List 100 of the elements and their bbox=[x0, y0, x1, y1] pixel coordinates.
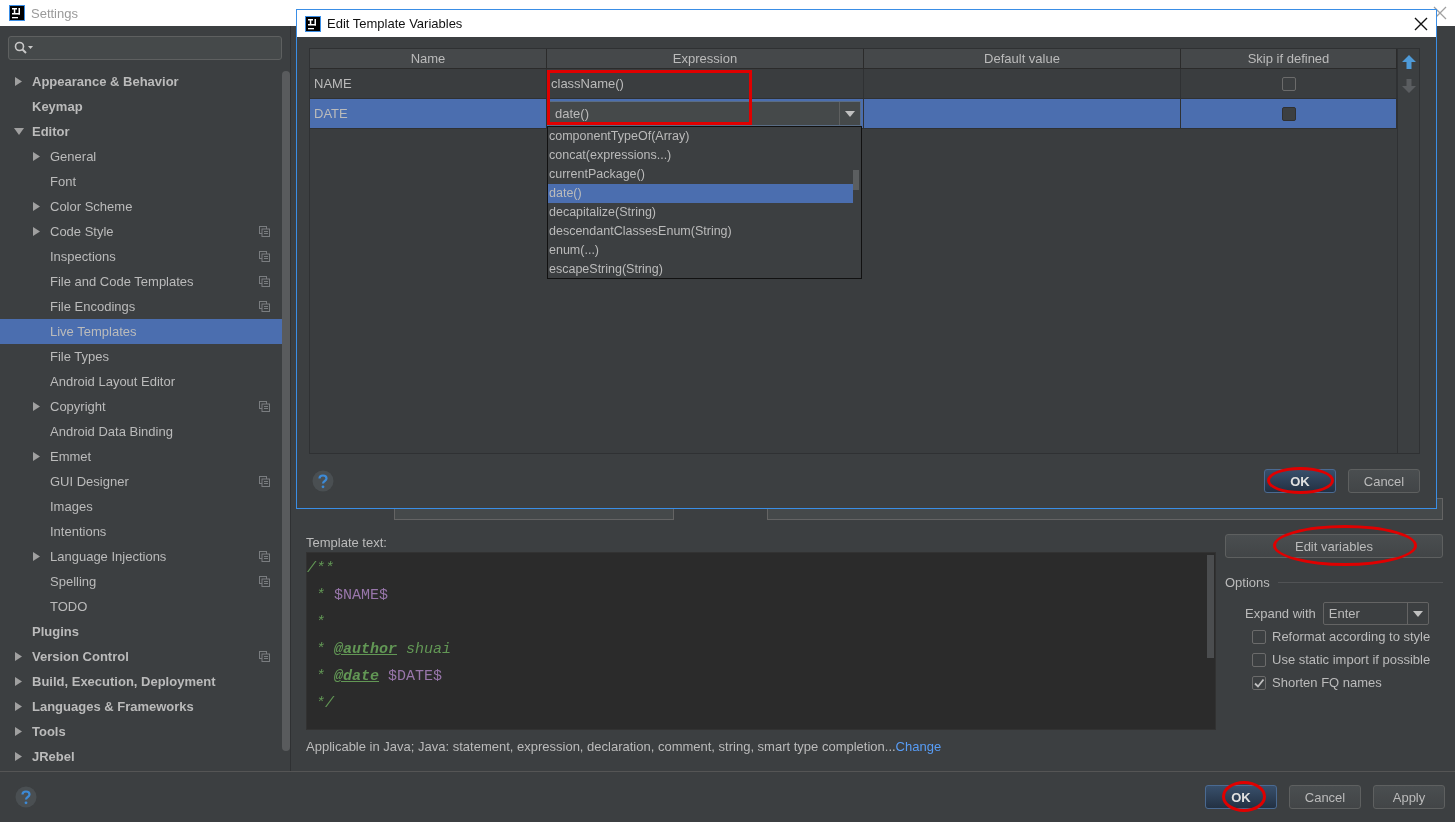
completion-item[interactable]: decapitalize(String) bbox=[548, 203, 853, 222]
help-button[interactable] bbox=[15, 786, 37, 808]
window-title: Settings bbox=[31, 5, 78, 21]
tree-item[interactable]: Color Scheme bbox=[0, 194, 282, 219]
tree-item[interactable]: File Encodings bbox=[0, 294, 282, 319]
scrollbar-thumb[interactable] bbox=[1207, 555, 1214, 658]
tree-item[interactable]: Tools bbox=[0, 719, 282, 744]
code-line: * bbox=[315, 613, 325, 633]
collapsed-arrow-icon bbox=[32, 226, 42, 237]
help-button[interactable] bbox=[312, 470, 334, 492]
tree-item[interactable]: Copyright bbox=[0, 394, 282, 419]
copy-icon bbox=[259, 476, 270, 487]
collapsed-arrow-icon bbox=[14, 726, 24, 737]
tree-item[interactable]: TODO bbox=[0, 594, 282, 619]
code-line: * @date $DATE$ bbox=[315, 667, 443, 687]
expanded-arrow-icon bbox=[14, 126, 24, 137]
tree-item[interactable]: File and Code Templates bbox=[0, 269, 282, 294]
expression-dropdown[interactable]: date() bbox=[549, 101, 861, 126]
tree-item[interactable]: Intentions bbox=[0, 519, 282, 544]
app-logo-icon bbox=[305, 15, 321, 32]
tree-item[interactable]: Images bbox=[0, 494, 282, 519]
completion-item[interactable]: currentPackage() bbox=[548, 165, 853, 184]
column-header[interactable]: Name bbox=[310, 49, 547, 68]
copy-icon bbox=[259, 401, 270, 412]
tree-item[interactable]: Inspections bbox=[0, 244, 282, 269]
copy-icon bbox=[259, 576, 270, 587]
edit-variables-button[interactable]: Edit variables bbox=[1225, 534, 1443, 558]
tree-item[interactable]: Keymap bbox=[0, 94, 282, 119]
tree-item[interactable]: General bbox=[0, 144, 282, 169]
tree-item[interactable]: Appearance & Behavior bbox=[0, 69, 282, 94]
completion-item[interactable]: concat(expressions...) bbox=[548, 146, 853, 165]
tree-item[interactable]: Version Control bbox=[0, 644, 282, 669]
collapsed-arrow-icon bbox=[32, 151, 42, 162]
help-icon bbox=[15, 786, 37, 808]
collapsed-arrow-icon bbox=[32, 551, 42, 562]
scrollbar-thumb[interactable] bbox=[853, 170, 859, 190]
tree-item[interactable]: Language Injections bbox=[0, 544, 282, 569]
check-icon bbox=[1253, 676, 1265, 689]
field-label: Expand with bbox=[1245, 606, 1316, 621]
checkbox[interactable] bbox=[1281, 106, 1296, 121]
tree-item[interactable]: Editor bbox=[0, 119, 282, 144]
checkbox[interactable] bbox=[1281, 76, 1296, 91]
tree-item[interactable]: Font bbox=[0, 169, 282, 194]
code-editor[interactable]: /** * $NAME$ * * @author shuai * @date $DATE$ */ bbox=[306, 552, 1216, 730]
collapsed-arrow-icon bbox=[14, 651, 24, 662]
dropdown-arrow-icon bbox=[845, 109, 855, 118]
completion-item[interactable]: enum(...) bbox=[548, 241, 853, 260]
help-icon bbox=[312, 470, 334, 492]
app-logo-icon bbox=[9, 5, 25, 21]
collapsed-arrow-icon bbox=[14, 676, 24, 687]
tree-item[interactable]: File Types bbox=[0, 344, 282, 369]
table-cell-text: className() bbox=[550, 76, 624, 91]
tree-item[interactable]: Code Style bbox=[0, 219, 282, 244]
close-icon bbox=[1433, 6, 1447, 20]
collapsed-arrow-icon bbox=[14, 76, 24, 87]
field-label: Template text: bbox=[306, 534, 388, 552]
table-row[interactable]: DATE date() bbox=[310, 99, 1397, 129]
section-title: Options bbox=[1225, 575, 1270, 590]
close-icon bbox=[1414, 16, 1428, 31]
completion-item[interactable]: componentTypeOf(Array) bbox=[548, 127, 853, 146]
checkbox[interactable] bbox=[1252, 629, 1266, 644]
code-line: * $NAME$ bbox=[315, 586, 389, 606]
tree-item[interactable]: Android Layout Editor bbox=[0, 369, 282, 394]
copy-icon bbox=[259, 651, 270, 662]
copy-icon bbox=[259, 251, 270, 262]
tree-item[interactable]: Spelling bbox=[0, 569, 282, 594]
checkbox-label: Use static import if possible bbox=[1272, 652, 1431, 667]
column-header[interactable]: Default value bbox=[864, 49, 1181, 68]
tree-item[interactable]: JRebel bbox=[0, 744, 282, 769]
scrollbar-thumb[interactable] bbox=[282, 71, 290, 751]
tree-item[interactable]: Android Data Binding bbox=[0, 419, 282, 444]
dialog-button[interactable]: Cancel bbox=[1348, 469, 1420, 493]
completion-item[interactable]: descendantClassesEnum(String) bbox=[548, 222, 853, 241]
dialog-button[interactable]: Apply bbox=[1373, 785, 1445, 809]
tree-item[interactable]: GUI Designer bbox=[0, 469, 282, 494]
dialog-title: Edit Template Variables bbox=[327, 16, 463, 31]
collapsed-arrow-icon bbox=[14, 751, 24, 762]
dropdown-arrow-icon bbox=[1412, 609, 1423, 618]
change-link[interactable]: Change bbox=[895, 739, 942, 754]
checkbox-label: Shorten FQ names bbox=[1272, 675, 1382, 690]
tree-item[interactable]: Emmet bbox=[0, 444, 282, 469]
tree-item[interactable]: Plugins bbox=[0, 619, 282, 644]
column-header[interactable]: Skip if defined bbox=[1181, 49, 1397, 68]
collapsed-arrow-icon bbox=[32, 401, 42, 412]
table-cell: DATE bbox=[310, 99, 547, 128]
dialog-button[interactable]: Cancel bbox=[1289, 785, 1361, 809]
ok-button[interactable]: OK bbox=[1205, 785, 1277, 809]
tree-item[interactable]: Languages & Frameworks bbox=[0, 694, 282, 719]
completion-item[interactable]: escapeString(String) bbox=[548, 260, 853, 279]
copy-icon bbox=[259, 276, 270, 287]
checkbox[interactable] bbox=[1252, 675, 1266, 690]
expand-dropdown[interactable]: Enter bbox=[1322, 602, 1429, 625]
search-field[interactable] bbox=[8, 36, 282, 60]
search-icon bbox=[14, 41, 34, 55]
copy-icon bbox=[259, 551, 270, 562]
checkbox[interactable] bbox=[1252, 652, 1266, 667]
copy-icon bbox=[259, 301, 270, 312]
column-header[interactable]: Expression bbox=[547, 49, 864, 68]
tree-item[interactable]: Build, Execution, Deployment bbox=[0, 669, 282, 694]
collapsed-arrow-icon bbox=[32, 451, 42, 462]
